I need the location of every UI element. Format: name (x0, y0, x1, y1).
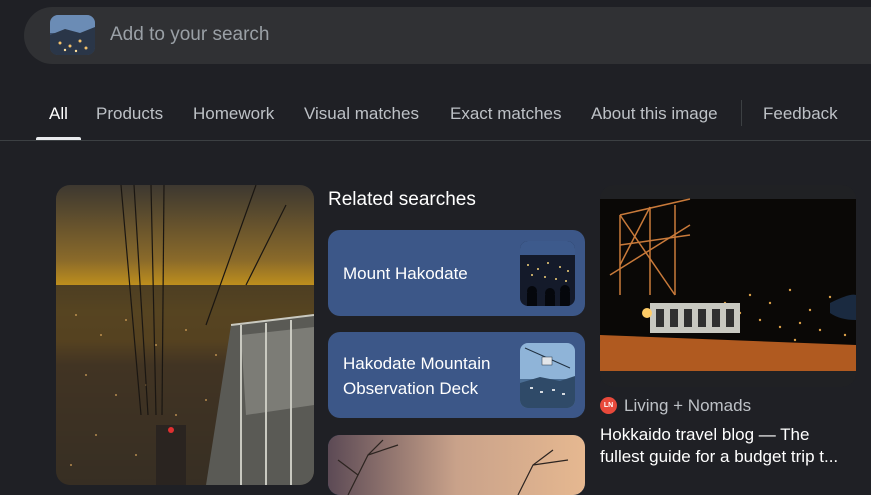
result-title-link[interactable]: Hokkaido travel blog — The fullest guide… (600, 424, 855, 468)
search-input[interactable]: Add to your search (110, 24, 269, 46)
tab-about-this-image[interactable]: About this image (591, 104, 718, 124)
tab-bar: All Products Homework Visual matches Exa… (0, 94, 871, 140)
main-result-image[interactable] (56, 185, 314, 485)
search-bar[interactable]: Add to your search (24, 7, 871, 64)
living-nomads-logo-icon: LN (600, 397, 617, 414)
source-name: Living + Nomads (624, 396, 752, 415)
mount-hakodate-thumbnail (520, 241, 575, 306)
related-search-card-partial[interactable] (328, 435, 585, 495)
search-image-thumbnail[interactable] (50, 15, 95, 55)
related-search-label-line1: Hakodate Mountain (343, 354, 491, 373)
tab-all[interactable]: All (49, 104, 68, 124)
tab-visual-matches[interactable]: Visual matches (304, 104, 419, 124)
tab-products[interactable]: Products (96, 104, 163, 124)
tab-exact-matches[interactable]: Exact matches (450, 104, 562, 124)
tab-separator (741, 100, 742, 126)
related-search-label: Mount Hakodate (343, 264, 468, 283)
related-searches-heading: Related searches (328, 189, 476, 210)
related-search-card-mount-hakodate[interactable]: Mount Hakodate (328, 230, 585, 316)
tab-homework[interactable]: Homework (193, 104, 274, 124)
related-search-card-observation-deck[interactable]: Hakodate Mountain Observation Deck (328, 332, 585, 418)
related-search-label-line2: Observation Deck (343, 379, 479, 398)
feedback-link[interactable]: Feedback (763, 104, 838, 124)
divider (0, 140, 871, 141)
visual-match-image[interactable] (600, 185, 856, 387)
observation-deck-thumbnail (520, 343, 575, 408)
